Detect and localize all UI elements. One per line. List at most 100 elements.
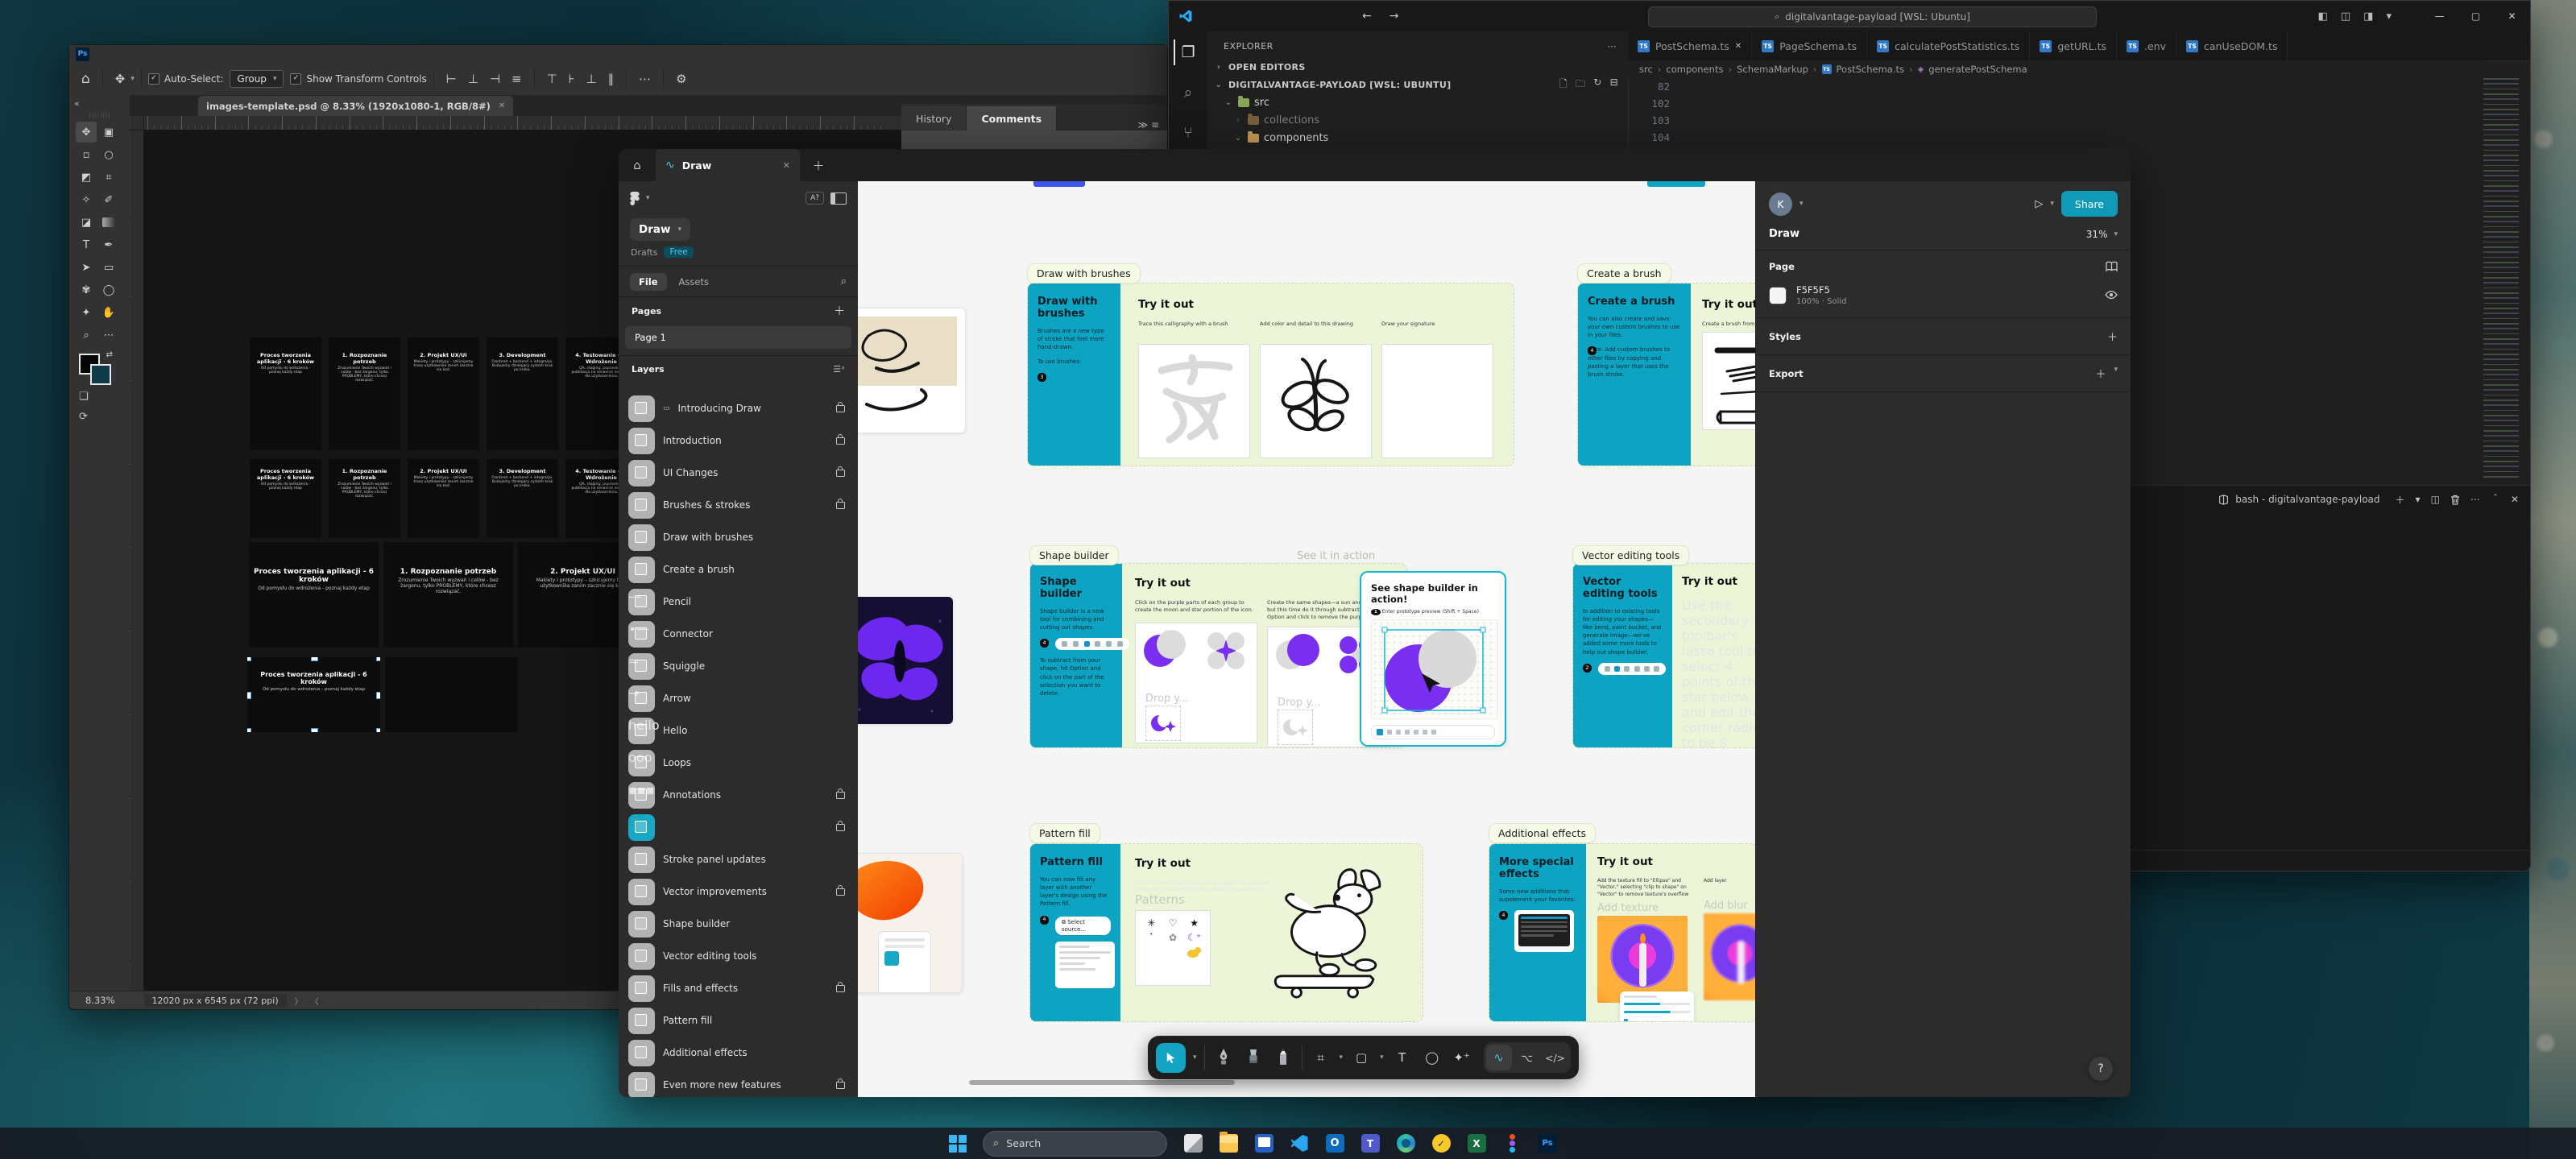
layer-row[interactable]: Introduction [619,424,858,457]
home-icon[interactable]: ⌂ [76,71,96,87]
background-color[interactable] [90,364,111,385]
shape-builder-action-card[interactable]: See shape builder in action! 1 Enter pro… [1360,571,1506,747]
menu-item[interactable] [199,49,213,61]
refresh-icon[interactable]: ↻ [1593,77,1601,93]
avatar[interactable]: K [1769,192,1792,216]
object-selection-tool[interactable]: ◩ [76,167,97,188]
lock-icon[interactable] [836,470,845,477]
file-tab-draw[interactable]: ∿ Draw ✕ [656,149,800,181]
artboard-thumbnail[interactable]: 2. Projekt UX/UIMakiety i prototypy – sz… [408,337,479,450]
menu-item[interactable] [1240,11,1253,23]
patterns-box[interactable]: ✳♡★ •✿☾⁺ [1135,910,1211,986]
artboard-thumbnail[interactable]: Proces tworzenia aplikacji - 6 krokówOd … [250,459,321,538]
zoom-tool[interactable]: ⌕ [76,325,97,346]
open-editors-row[interactable]: ›OPEN EDITORS [1207,58,1628,76]
move-tool-icon[interactable]: ✥ [110,72,131,86]
lock-icon[interactable] [836,437,845,445]
dev-mode-button[interactable]: ⌥ [1514,1045,1540,1070]
toggle-panel-icon[interactable]: ◫ [2341,10,2350,23]
shape-tool[interactable]: ▢ [1350,1044,1373,1071]
draw-mode-button[interactable]: ∿ [1486,1045,1512,1070]
lock-icon[interactable] [836,824,845,831]
mixer-brush-tool[interactable]: ✾ [76,279,97,300]
tree-item-src[interactable]: ⌄src [1207,93,1628,111]
partial-frame-butterfly[interactable] [858,597,953,724]
new-tab-icon[interactable]: ＋ [800,149,837,181]
command-search-box[interactable]: ⌕digitalvantage-payload [WSL: Ubuntu] [1648,6,2097,27]
collapse-all-icon[interactable]: ⊟ [1610,77,1618,93]
lock-icon[interactable] [836,888,845,896]
menu-item[interactable] [1227,11,1240,23]
search-icon[interactable]: ⌕ [1175,80,1201,106]
align-bottom-icon[interactable]: ⊥ [581,72,603,86]
blur-candle-image[interactable] [1704,913,1756,1000]
select-source-button[interactable]: ⧉ Select source... [1055,917,1111,935]
missing-fonts-icon[interactable]: A? [806,192,824,205]
menu-item[interactable] [155,49,170,61]
move-tool[interactable] [1156,1043,1186,1073]
gradient-tool[interactable] [102,217,115,227]
editor-tab[interactable]: TS .env [2117,31,2176,60]
layer-row[interactable] [619,811,858,843]
help-button[interactable]: ? [2089,1057,2113,1081]
taskbar-app[interactable] [1183,1132,1203,1156]
minimap[interactable] [2483,78,2519,481]
shape-tool-chevron[interactable]: ▾ [1380,1053,1384,1062]
tree-item-collections[interactable]: ›collections [1207,111,1628,129]
menu-item[interactable] [184,49,199,61]
artboard-tool[interactable]: ▣ [98,122,119,143]
hand-tool[interactable]: ✋ [98,302,119,323]
tab-assets[interactable]: Assets [670,273,718,291]
menu-item[interactable] [213,49,228,61]
split-terminal-icon[interactable]: ◫ [2431,494,2440,505]
ellipse-lasso-tool[interactable]: ◯ [1421,1044,1443,1071]
taskbar-app[interactable] [1290,1132,1309,1156]
color-swatches[interactable]: ⇄ [79,354,111,384]
share-button[interactable]: Share [2061,191,2118,217]
lock-icon[interactable] [836,405,845,412]
frame-tool[interactable]: ⌗ [1310,1044,1332,1071]
custom-shape-tool[interactable]: ✦ [76,302,97,323]
texture-candle-image[interactable] [1597,916,1688,1003]
pencil-tool[interactable] [1272,1044,1294,1071]
frame-vector-editing-tools[interactable]: Vector editing tools In addition to exis… [1572,563,1756,748]
nav-back-icon[interactable]: ← [1362,10,1372,23]
layer-row[interactable]: Pattern fill [619,1004,858,1037]
frame-pattern-fill[interactable]: Pattern fill You can now fill any layer … [1029,843,1423,1022]
artboard-thumbnail[interactable]: Proces tworzenia aplikacji - 6 krokówOd … [249,542,379,648]
layer-row[interactable]: Fills and effects [619,972,858,1004]
editor-tab[interactable]: TS PostSchema.ts ✕ [1628,31,1752,60]
frame-additional-effects[interactable]: More special effects Some new additions … [1489,843,1756,1022]
tab-comments[interactable]: Comments [967,106,1057,130]
panel-more-icon[interactable]: ⋯ [2470,494,2480,505]
figma-canvas[interactable]: Draw with brushes Draw with brushes Brus… [858,181,1756,1097]
layer-row[interactable]: Stroke panel updates [619,843,858,875]
actions-tool[interactable]: ✦⁺ [1451,1044,1473,1071]
chevron-down-icon[interactable]: ▾ [130,75,135,83]
pen-tool[interactable]: ✒ [98,234,119,255]
artboard-thumbnail[interactable]: 1. Rozpoznanie potrzebZrozumienie Twoich… [329,459,400,538]
show-transform-checkbox[interactable]: ✓Show Transform Controls [290,73,426,85]
frame-tool-chevron[interactable]: ▾ [1340,1053,1344,1062]
artboard-thumbnail[interactable]: 1. Rozpoznanie potrzebZrozumienie Twoich… [329,337,400,450]
layer-row[interactable]: Vector editing tools [619,940,858,972]
align-left-icon[interactable]: ⊢ [441,72,462,86]
brush-tool[interactable] [1242,1044,1265,1071]
taskbar-app[interactable] [1396,1132,1415,1156]
layer-row[interactable]: Shape builder [619,908,858,940]
brush-samples-box[interactable] [1702,332,1756,430]
breadcrumb[interactable]: src› components› SchemaMarkup› TSPostSch… [1628,60,2483,78]
artboard-thumbnail[interactable]: 2. Projekt UX/UIMakiety i prototypy – sz… [408,459,479,538]
add-page-icon[interactable]: ＋ [834,303,845,319]
document-tab[interactable]: images-template.psd @ 8.33% (1920x1080-1… [198,96,513,116]
maximize-panel-icon[interactable]: ＾ [2491,493,2500,507]
layer-row[interactable]: Vector improvements [619,875,858,908]
layer-row[interactable]: Brushes & strokes [619,489,858,521]
color-swatch[interactable] [1769,287,1787,304]
menu-item[interactable] [1265,11,1278,23]
brush-tool[interactable]: ✐ [98,189,119,210]
layer-row[interactable]: ∙— Connector [619,618,858,650]
explorer-icon[interactable]: ❐ [1174,39,1201,65]
align-right-icon[interactable]: ⊣ [484,72,506,86]
menu-item[interactable] [1201,11,1214,23]
